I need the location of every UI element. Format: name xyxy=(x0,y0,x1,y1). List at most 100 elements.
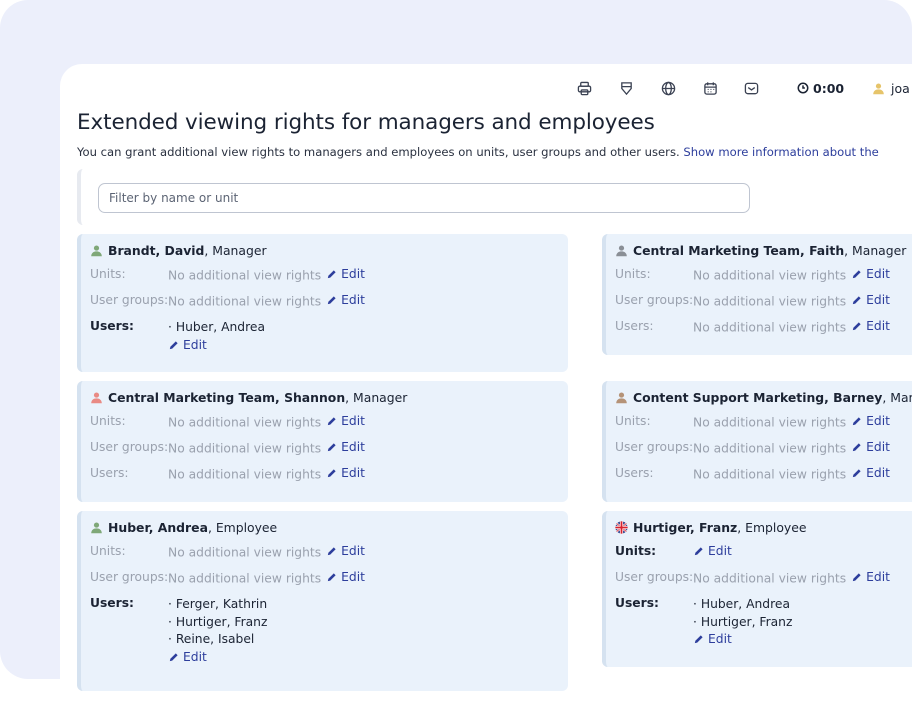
units-label: Units: xyxy=(90,544,126,558)
edit-groups-button[interactable]: Edit xyxy=(326,440,365,454)
card-header: Hurtiger, Franz, Employee xyxy=(615,518,912,536)
units-value: No additional view rights xyxy=(168,415,322,430)
card-user-role: , Employee xyxy=(737,519,807,535)
edit-label: Edit xyxy=(183,649,207,664)
pencil-icon xyxy=(694,546,703,555)
edit-groups-button[interactable]: Edit xyxy=(851,570,890,584)
groups-label: User groups: xyxy=(90,440,169,454)
avatar-pink-icon xyxy=(91,391,102,403)
card-user-name: Brandt, David xyxy=(108,242,205,258)
page-title: Extended viewing rights for managers and… xyxy=(77,110,655,135)
edit-units-button[interactable]: Edit xyxy=(851,414,890,428)
user-menu[interactable]: joa xyxy=(872,79,910,97)
units-row: Units: No additional view rights Edit xyxy=(90,544,568,562)
card-user-name: Central Marketing Team, Faith xyxy=(633,242,845,258)
users-value: No additional view rights xyxy=(693,320,847,335)
calendar-icon[interactable] xyxy=(699,77,721,99)
edit-users-button[interactable]: Edit xyxy=(168,649,267,667)
rights-card: Central Marketing Team, Shannon, Manager… xyxy=(77,381,568,502)
users-row: Users: · Ferger, Kathrin · Hurtiger, Fra… xyxy=(90,596,568,666)
edit-users-button[interactable]: Edit xyxy=(851,466,890,480)
edit-label: Edit xyxy=(866,267,890,281)
groups-label: User groups: xyxy=(90,570,169,584)
filter-input[interactable] xyxy=(98,183,750,213)
pencil-icon xyxy=(694,635,703,644)
card-header: Central Marketing Team, Faith, Manager xyxy=(615,241,912,259)
edit-units-button[interactable]: Edit xyxy=(326,544,365,558)
printer-icon[interactable] xyxy=(573,77,595,99)
badge-icon[interactable] xyxy=(615,77,637,99)
card-user-name: Huber, Andrea xyxy=(108,519,208,535)
pencil-icon xyxy=(852,416,861,425)
edit-users-button[interactable]: Edit xyxy=(851,319,890,333)
pencil-icon xyxy=(852,442,861,451)
edit-label: Edit xyxy=(866,414,890,428)
users-label: Users: xyxy=(90,596,134,610)
users-value: No additional view rights xyxy=(693,467,847,482)
edit-label: Edit xyxy=(183,337,207,352)
uk-flag-icon xyxy=(615,520,628,534)
units-value: No additional view rights xyxy=(168,268,322,283)
edit-groups-button[interactable]: Edit xyxy=(851,440,890,454)
rights-card: Central Marketing Team, Faith, Manager U… xyxy=(602,234,912,355)
user-list-item: · Huber, Andrea xyxy=(168,320,265,334)
edit-groups-button[interactable]: Edit xyxy=(326,570,365,584)
groups-row: User groups: No additional view rights Ed… xyxy=(90,570,568,588)
pencil-icon xyxy=(327,442,336,451)
users-row: Users: No additional view rights Edit xyxy=(615,466,912,484)
users-row: Users: No additional view rights Edit xyxy=(615,319,912,337)
pencil-icon xyxy=(852,468,861,477)
edit-users-button[interactable]: Edit xyxy=(168,337,265,355)
user-list-item: · Hurtiger, Franz xyxy=(693,614,793,629)
edit-label: Edit xyxy=(708,632,732,646)
card-user-name: Central Marketing Team, Shannon xyxy=(108,389,346,405)
edit-label: Edit xyxy=(866,466,890,480)
timer[interactable]: 0:00 xyxy=(797,79,844,97)
edit-label: Edit xyxy=(341,440,365,454)
user-list-item: · Ferger, Kathrin xyxy=(168,597,268,611)
pencil-icon xyxy=(852,321,861,330)
rights-card: Huber, Andrea, Employee Units: No additi… xyxy=(77,511,568,691)
pencil-icon xyxy=(327,468,336,477)
units-label: Units: xyxy=(90,267,126,281)
globe-icon[interactable] xyxy=(657,77,679,99)
edit-units-button[interactable]: Edit xyxy=(326,414,365,428)
groups-row: User groups: No additional view rights Ed… xyxy=(90,293,568,311)
card-user-name: Content Support Marketing, Barney xyxy=(633,389,883,405)
card-header: Content Support Marketing, Barney, Manag… xyxy=(615,388,912,406)
user-list-item: · Reine, Isabel xyxy=(168,632,255,646)
edit-groups-button[interactable]: Edit xyxy=(326,293,365,307)
pencil-icon xyxy=(852,269,861,278)
pencil-icon xyxy=(852,295,861,304)
edit-label: Edit xyxy=(866,570,890,584)
edit-label: Edit xyxy=(866,440,890,454)
show-more-link[interactable]: Show more information about the xyxy=(683,145,878,159)
card-user-role: , Manager xyxy=(345,389,408,405)
units-label: Units: xyxy=(615,267,651,281)
avatar-green-icon xyxy=(91,521,102,533)
edit-label: Edit xyxy=(866,319,890,333)
edit-groups-button[interactable]: Edit xyxy=(851,293,890,307)
top-toolbar: 0:00 joa xyxy=(60,77,912,99)
edit-label: Edit xyxy=(341,570,365,584)
units-row: Units: Edit xyxy=(615,544,912,562)
groups-value: No additional view rights xyxy=(693,294,847,309)
units-row: Units: No additional view rights Edit xyxy=(90,414,568,432)
pencil-icon xyxy=(169,341,178,349)
edit-units-button[interactable]: Edit xyxy=(693,544,732,558)
edit-units-button[interactable]: Edit xyxy=(851,267,890,281)
inbox-icon[interactable] xyxy=(740,77,762,99)
units-row: Units: No additional view rights Edit xyxy=(615,414,912,432)
card-user-role: , Manager xyxy=(204,242,267,258)
edit-units-button[interactable]: Edit xyxy=(326,267,365,281)
user-list-item: · Huber, Andrea xyxy=(693,597,790,611)
groups-label: User groups: xyxy=(90,293,169,307)
card-header: Brandt, David, Manager xyxy=(90,241,568,259)
user-avatar-icon xyxy=(873,82,884,94)
pencil-icon xyxy=(327,416,336,425)
edit-users-button[interactable]: Edit xyxy=(326,466,365,480)
units-label: Units: xyxy=(615,414,651,428)
user-list-item: · Hurtiger, Franz xyxy=(168,614,268,629)
edit-users-button[interactable]: Edit xyxy=(693,631,792,649)
units-row: Units: No additional view rights Edit xyxy=(90,267,568,285)
